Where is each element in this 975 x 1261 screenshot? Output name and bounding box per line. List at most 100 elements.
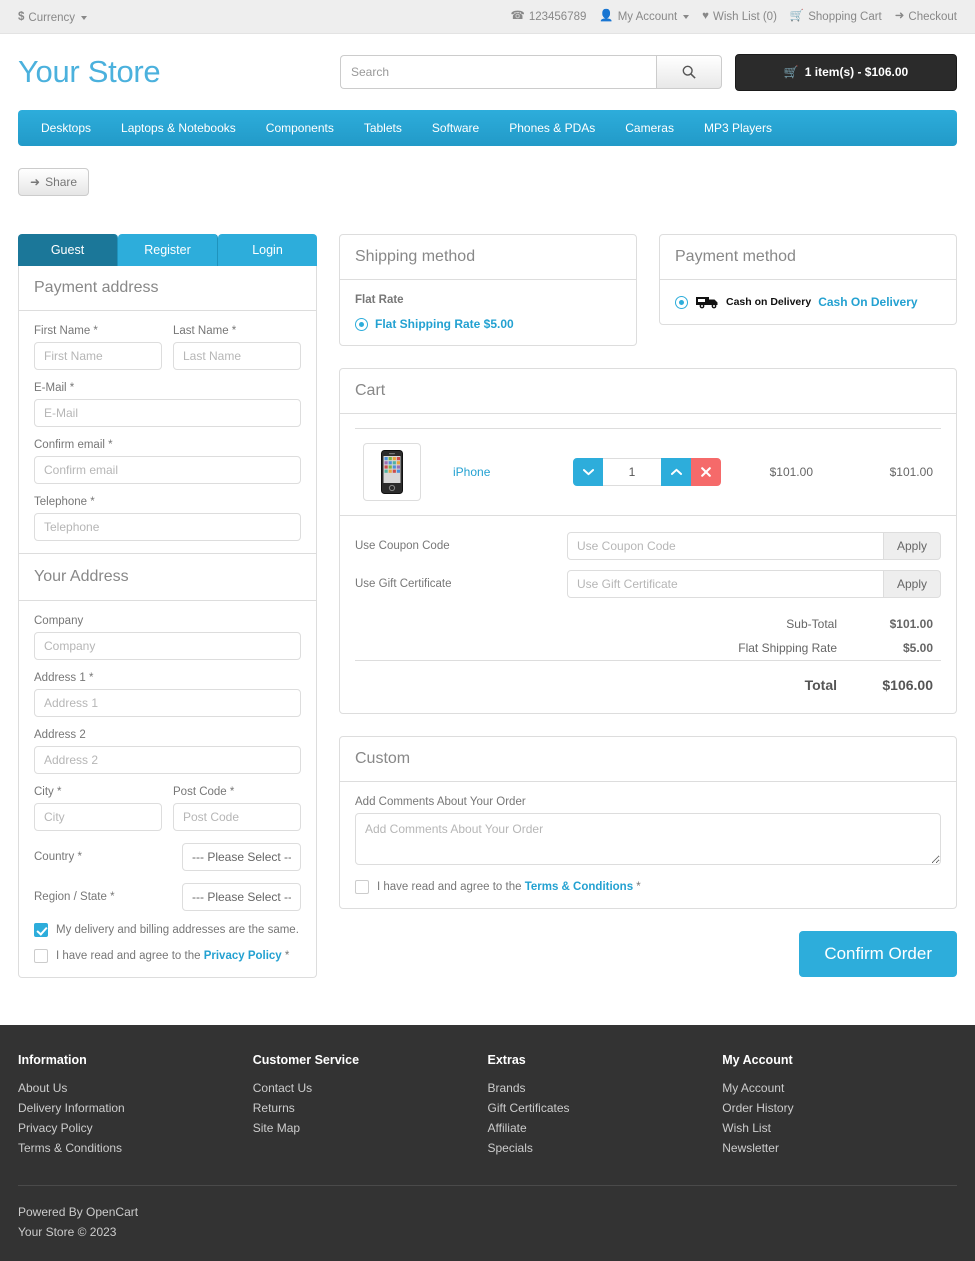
footer-link-about-us[interactable]: About Us: [18, 1081, 253, 1095]
shipping-method-body: Flat Rate Flat Shipping Rate $5.00: [340, 280, 636, 345]
footer-link-returns[interactable]: Returns: [253, 1101, 488, 1115]
footer-divider: [18, 1185, 957, 1186]
top-link-wish-list[interactable]: ♥ Wish List (0): [702, 11, 777, 23]
footer-link-terms-conditions[interactable]: Terms & Conditions: [18, 1141, 253, 1155]
gift-certificate-apply-button[interactable]: Apply: [884, 570, 941, 598]
tab-login[interactable]: Login: [218, 234, 317, 266]
address1-input[interactable]: [34, 689, 301, 717]
nav-item-phones-pdas[interactable]: Phones & PDAs: [494, 110, 610, 146]
terms-conditions-link[interactable]: Terms & Conditions: [525, 881, 633, 893]
nav-item-tablets[interactable]: Tablets: [349, 110, 417, 146]
last-name-input[interactable]: [173, 342, 301, 370]
footer-link-privacy-policy[interactable]: Privacy Policy: [18, 1121, 253, 1135]
terms-checkbox[interactable]: [355, 880, 369, 894]
company-input[interactable]: [34, 632, 301, 660]
search-icon: [682, 65, 696, 79]
nav-item-software[interactable]: Software: [417, 110, 494, 146]
company-group: Company: [34, 615, 301, 660]
footer-link-site-map[interactable]: Site Map: [253, 1121, 488, 1135]
comments-textarea[interactable]: [355, 813, 941, 865]
shipping-option-row[interactable]: Flat Shipping Rate $5.00: [355, 317, 621, 331]
footer-link-newsletter[interactable]: Newsletter: [722, 1141, 957, 1155]
nav-item-laptops-notebooks[interactable]: Laptops & Notebooks: [106, 110, 251, 146]
footer-link-affiliate[interactable]: Affiliate: [488, 1121, 723, 1135]
top-link-shopping-cart[interactable]: 🛒 Shopping Cart: [790, 11, 882, 23]
share-row: ➜ Share: [0, 146, 975, 196]
shipping-option-label[interactable]: Flat Shipping Rate $5.00: [375, 317, 514, 331]
remove-item-button[interactable]: [691, 458, 721, 486]
coupon-apply-button[interactable]: Apply: [884, 532, 941, 560]
confirm-order-button[interactable]: Confirm Order: [799, 931, 957, 977]
payment-option-radio[interactable]: [675, 296, 688, 309]
currency-selector[interactable]: $ Currency: [18, 9, 87, 24]
footer-link-gift-certificates[interactable]: Gift Certificates: [488, 1101, 723, 1115]
first-name-input[interactable]: [34, 342, 162, 370]
quantity-decrease-button[interactable]: [573, 458, 603, 486]
top-link-shopping-cart-label: Shopping Cart: [808, 11, 882, 23]
privacy-policy-link[interactable]: Privacy Policy: [204, 950, 282, 962]
footer-bottom: Powered By OpenCart Your Store © 2023: [18, 1202, 957, 1243]
footer-my-account-title: My Account: [722, 1053, 957, 1067]
nav-item-mp3-players[interactable]: MP3 Players: [689, 110, 787, 146]
footer-column-my-account: My Account My Account Order History Wish…: [722, 1053, 957, 1161]
terms-row[interactable]: I have read and agree to the Terms & Con…: [355, 880, 941, 894]
heart-icon: ♥: [702, 11, 709, 23]
copyright-line: Your Store © 2023: [18, 1222, 957, 1242]
coupon-input[interactable]: [567, 532, 884, 560]
cart-panel: Cart: [339, 368, 957, 714]
opencart-link[interactable]: OpenCart: [86, 1205, 138, 1219]
footer-link-my-account[interactable]: My Account: [722, 1081, 957, 1095]
country-group: Country * --- Please Select ---: [34, 843, 301, 871]
same-address-checkbox[interactable]: [34, 923, 48, 937]
footer-link-order-history[interactable]: Order History: [722, 1101, 957, 1115]
quantity-increase-button[interactable]: [661, 458, 691, 486]
confirm-email-input[interactable]: [34, 456, 301, 484]
footer-link-contact-us[interactable]: Contact Us: [253, 1081, 488, 1095]
tab-register[interactable]: Register: [118, 234, 218, 266]
top-link-my-account[interactable]: 👤 My Account: [599, 11, 689, 23]
share-button[interactable]: ➜ Share: [18, 168, 89, 196]
cart-divider: [340, 515, 956, 516]
cart-item-name[interactable]: iPhone: [453, 465, 490, 479]
cart-item-quantity-cell: [565, 429, 745, 516]
cart-total-button[interactable]: 🛒 1 item(s) - $106.00: [735, 54, 957, 91]
footer-column-customer-service: Customer Service Contact Us Returns Site…: [253, 1053, 488, 1161]
footer-link-wish-list[interactable]: Wish List: [722, 1121, 957, 1135]
country-select[interactable]: --- Please Select ---: [182, 843, 301, 871]
payment-address-panel: Payment address First Name * Last Name *…: [18, 266, 317, 978]
nav-item-components[interactable]: Components: [251, 110, 349, 146]
gift-certificate-input[interactable]: [567, 570, 884, 598]
top-link-checkout[interactable]: ➜ Checkout: [895, 11, 957, 23]
privacy-policy-row[interactable]: I have read and agree to the Privacy Pol…: [34, 949, 301, 963]
same-address-row[interactable]: My delivery and billing addresses are th…: [34, 923, 301, 937]
shipping-option-radio[interactable]: [355, 318, 368, 331]
tab-guest[interactable]: Guest: [18, 234, 118, 266]
table-row: Sub-Total $101.00: [355, 612, 941, 636]
payment-method-title: Payment method: [660, 235, 956, 280]
footer-link-brands[interactable]: Brands: [488, 1081, 723, 1095]
address2-input[interactable]: [34, 746, 301, 774]
email-input[interactable]: [34, 399, 301, 427]
payment-option-label[interactable]: Cash On Delivery: [818, 295, 917, 309]
cart-item-image-cell: [355, 429, 445, 516]
top-link-phone[interactable]: ☎ 123456789: [511, 11, 587, 23]
footer-link-specials[interactable]: Specials: [488, 1141, 723, 1155]
nav-item-cameras[interactable]: Cameras: [610, 110, 689, 146]
quantity-input[interactable]: [603, 458, 661, 486]
methods-row: Shipping method Flat Rate Flat Shipping …: [339, 234, 957, 368]
payment-option-row[interactable]: Cash on Delivery Cash On Delivery: [675, 294, 941, 310]
search-input[interactable]: [340, 55, 656, 89]
main-navigation: Desktops Laptops & Notebooks Components …: [18, 110, 957, 146]
telephone-label: Telephone *: [34, 496, 301, 508]
city-input[interactable]: [34, 803, 162, 831]
privacy-policy-checkbox[interactable]: [34, 949, 48, 963]
site-logo[interactable]: Your Store: [18, 54, 340, 90]
footer-link-delivery-information[interactable]: Delivery Information: [18, 1101, 253, 1115]
search-button[interactable]: [656, 55, 722, 89]
nav-item-desktops[interactable]: Desktops: [26, 110, 106, 146]
region-select[interactable]: --- Please Select ---: [182, 883, 301, 911]
cart-item-thumbnail[interactable]: [363, 443, 421, 501]
email-label: E-Mail *: [34, 382, 301, 394]
postcode-input[interactable]: [173, 803, 301, 831]
telephone-input[interactable]: [34, 513, 301, 541]
